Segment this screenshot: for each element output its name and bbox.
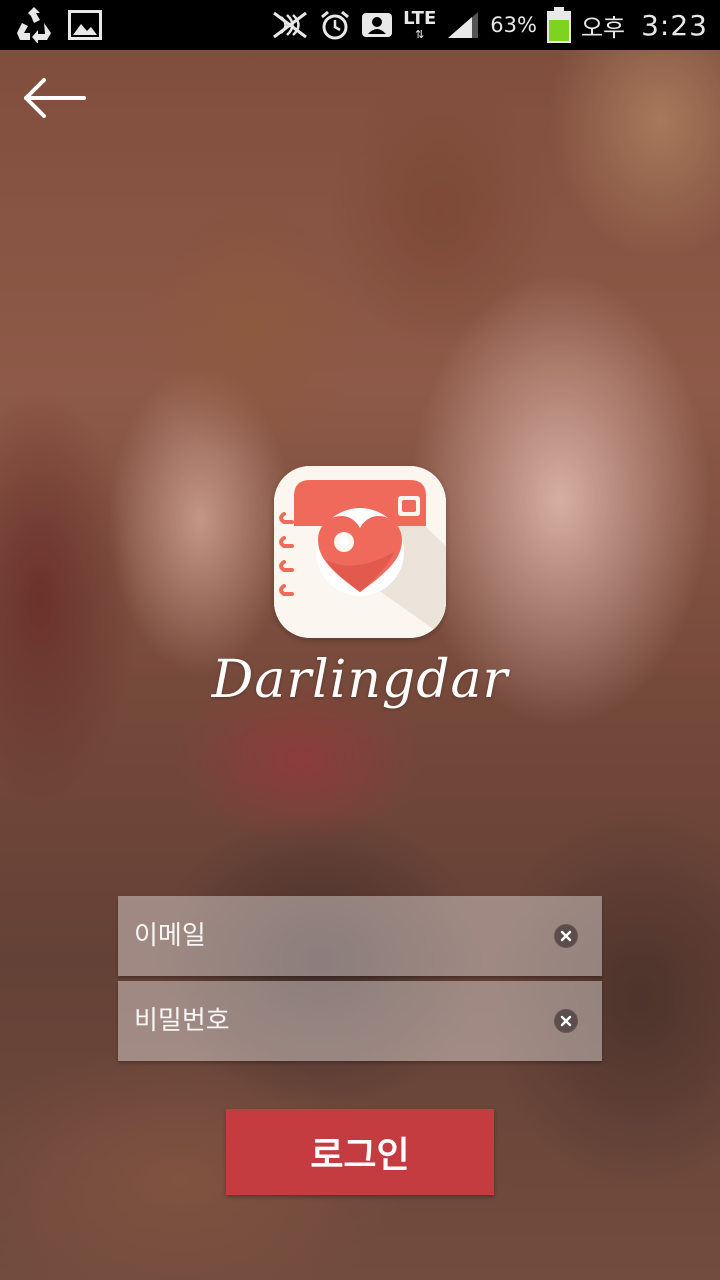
password-field[interactable] <box>118 981 554 1061</box>
nfc-icon <box>271 11 309 39</box>
clear-x-icon <box>555 1010 577 1032</box>
battery-percent: 63% <box>490 13 537 37</box>
lte-label: LTE <box>403 8 437 29</box>
battery-icon <box>546 7 571 43</box>
password-field-container <box>118 981 602 1061</box>
heart-camera-icon <box>274 466 446 638</box>
lte-icon: LTE ⇅ <box>403 8 437 41</box>
email-field-container <box>118 896 602 976</box>
brand-name: Darlingdar <box>211 650 509 710</box>
signal-icon <box>446 10 480 40</box>
recycle-icon <box>14 7 54 43</box>
email-clear-button[interactable] <box>554 924 578 948</box>
contact-icon <box>361 10 393 40</box>
status-bar: LTE ⇅ 63% 오후 3:23 <box>0 0 720 50</box>
clock-ampm: 오후 <box>580 13 626 42</box>
login-button[interactable]: 로그인 <box>226 1109 494 1195</box>
clear-x-icon <box>555 925 577 947</box>
password-clear-button[interactable] <box>554 1009 578 1033</box>
data-arrows-icon: ⇅ <box>415 28 425 41</box>
back-button[interactable] <box>22 70 102 130</box>
app-logo <box>274 466 446 638</box>
clock-time: 3:23 <box>641 8 708 42</box>
image-icon <box>68 10 102 40</box>
email-field[interactable] <box>118 896 554 976</box>
arrow-left-icon <box>22 76 86 124</box>
background-tint <box>0 0 720 1280</box>
alarm-icon <box>319 9 351 41</box>
